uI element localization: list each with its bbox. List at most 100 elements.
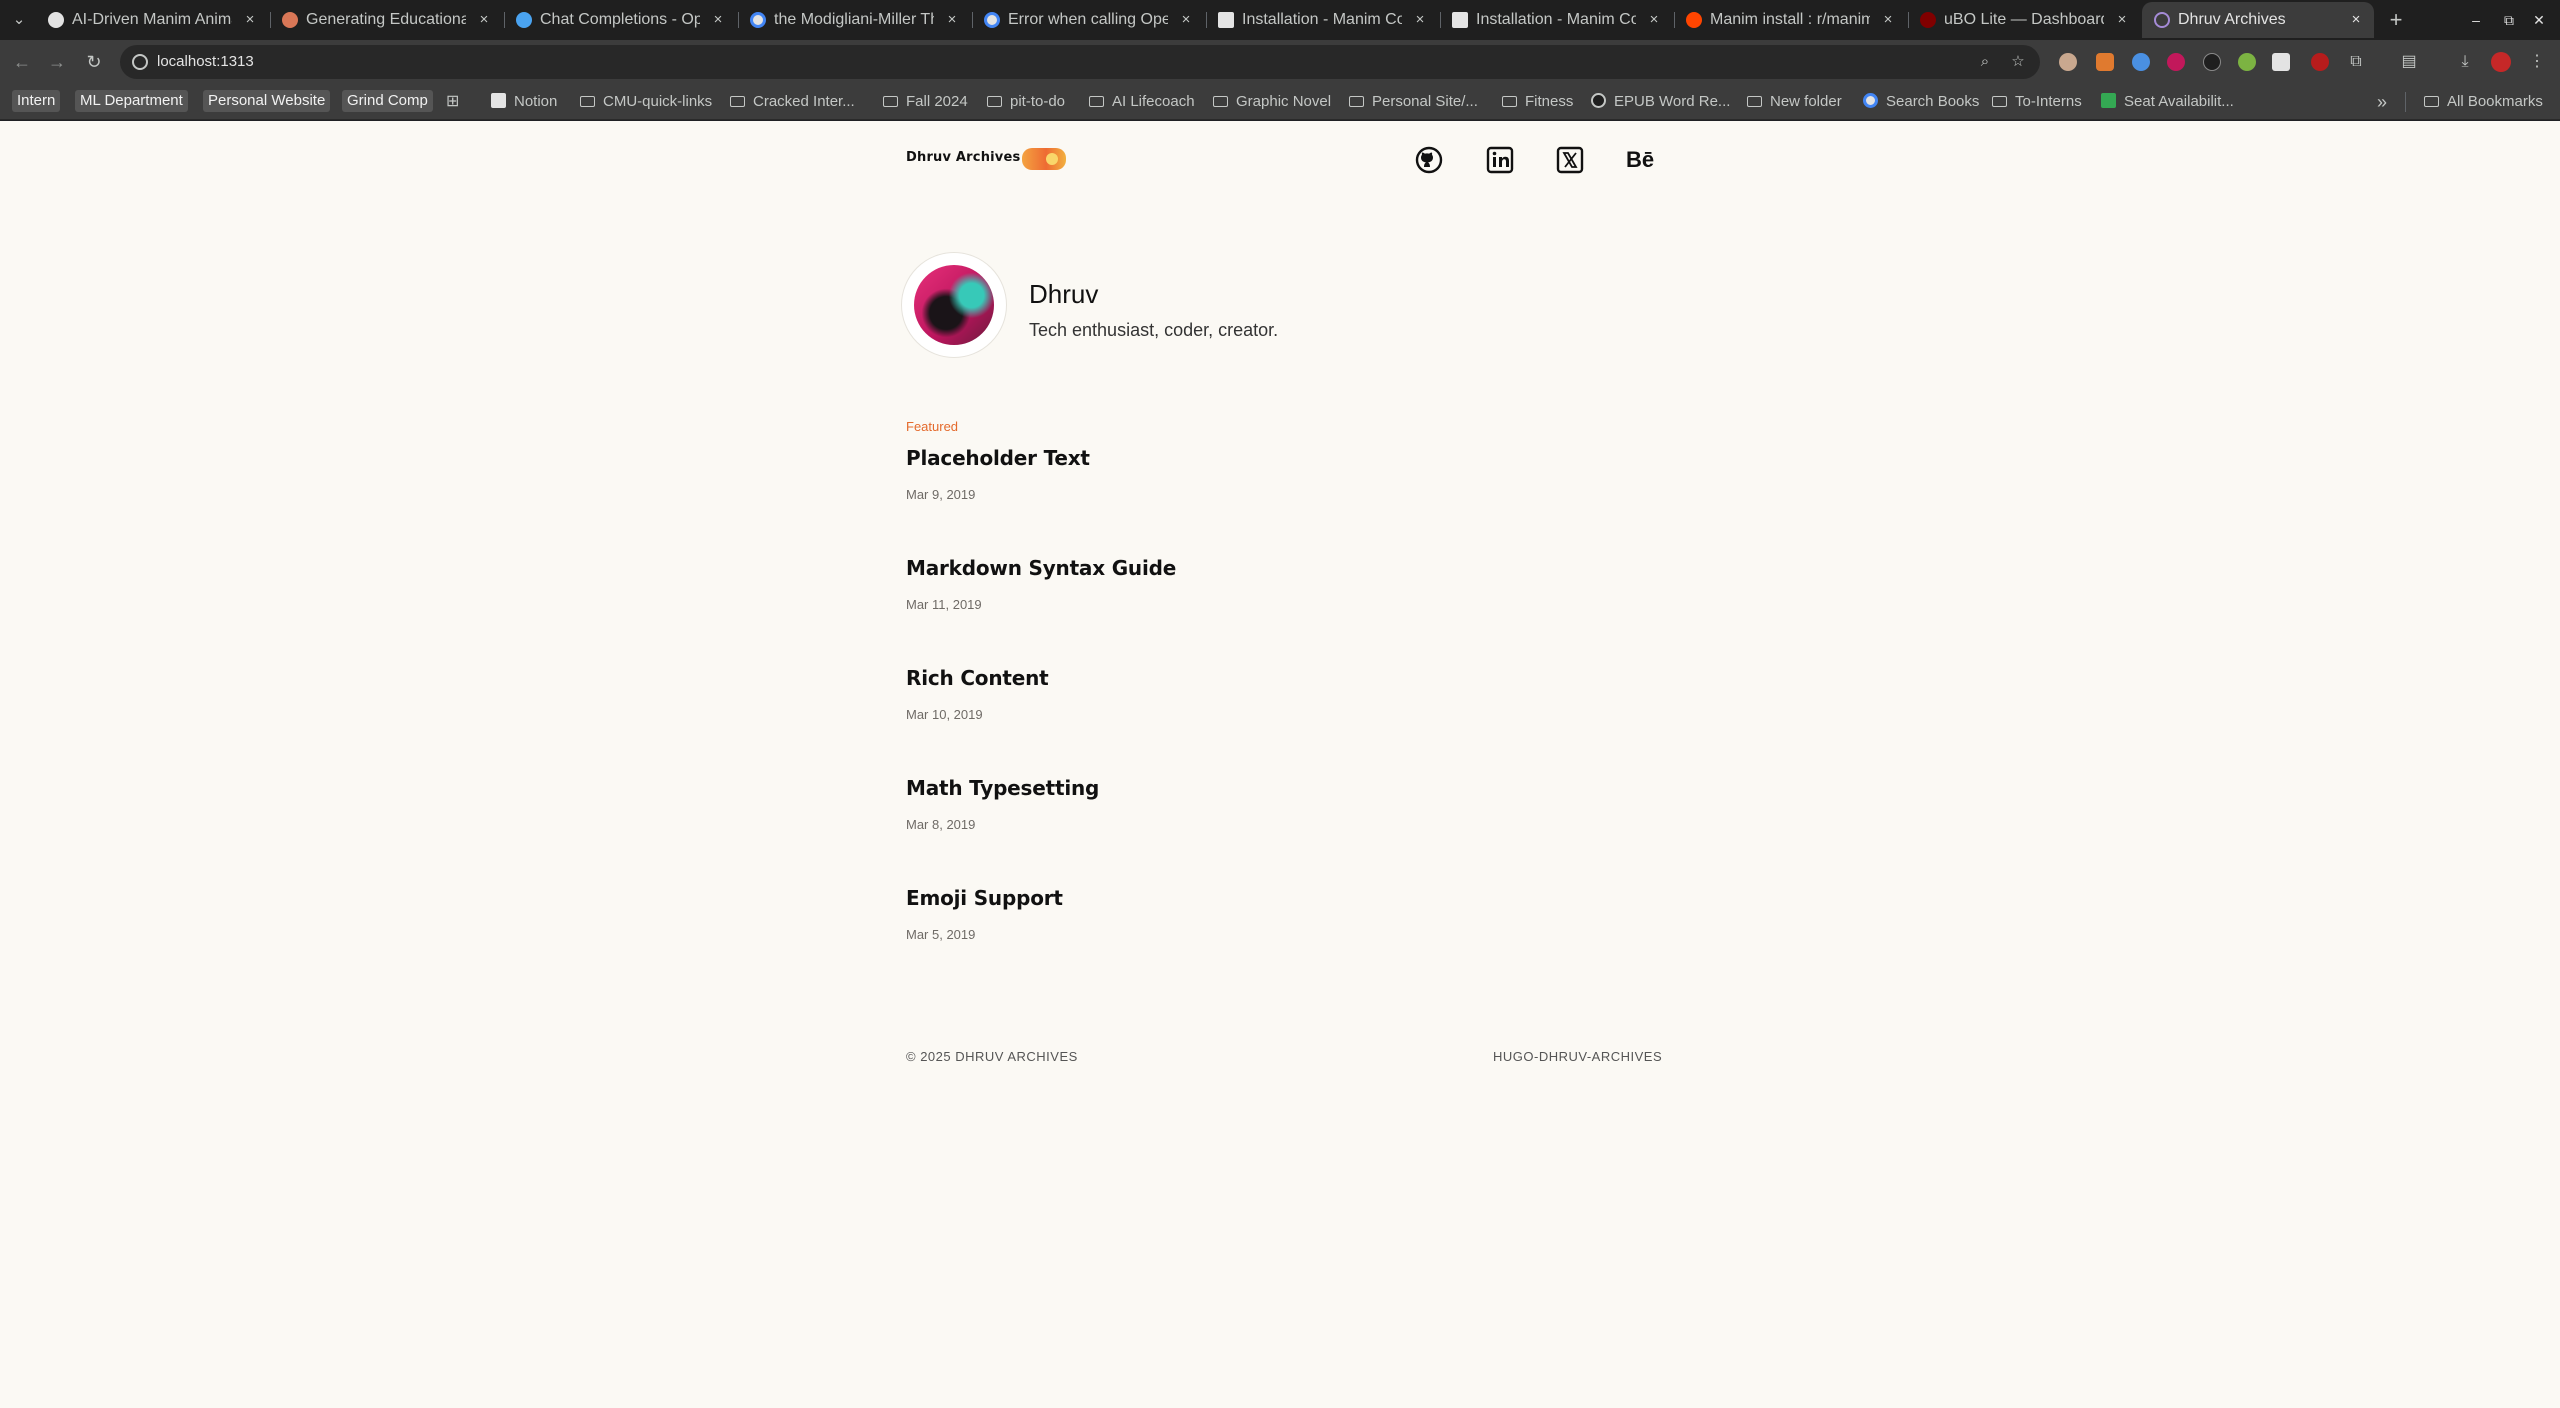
x-icon[interactable] — [1555, 145, 1585, 175]
linkedin-icon[interactable] — [1485, 145, 1515, 175]
close-icon[interactable]: × — [2348, 2, 2364, 38]
extension-icon[interactable] — [2096, 53, 2114, 71]
menu-kebab-icon[interactable]: ⋮ — [2526, 51, 2548, 73]
reload-button[interactable]: ↻ — [82, 50, 106, 74]
extension-icon[interactable] — [2272, 53, 2290, 71]
side-panel-icon[interactable]: ▤ — [2398, 51, 2420, 73]
bookmark-folder[interactable]: AI Lifecoach — [1089, 84, 1195, 120]
bookmark-folder[interactable]: Fall 2024 — [883, 84, 968, 120]
tab[interactable]: the Modigliani-Miller Th × — [738, 2, 970, 38]
bookmark-item[interactable]: ML Department — [75, 90, 188, 112]
close-icon[interactable]: × — [1646, 2, 1662, 38]
all-bookmarks-button[interactable]: All Bookmarks — [2424, 84, 2543, 120]
bookmark-item[interactable]: Notion — [491, 84, 557, 120]
bookmark-item[interactable]: Grind Comp — [342, 90, 433, 112]
bookmark-item[interactable]: Intern — [12, 90, 61, 112]
new-tab-button[interactable]: + — [2382, 6, 2410, 34]
bookmark-folder[interactable]: pit-to-do — [987, 84, 1065, 120]
post-date: Mar 8, 2019 — [906, 817, 976, 832]
bookmark-item[interactable]: Seat Availabilit... — [2101, 84, 2234, 120]
post-title-link[interactable]: Placeholder Text — [906, 446, 1090, 470]
tab-title: Generating Educational — [306, 11, 466, 28]
back-button[interactable]: ← — [10, 50, 34, 74]
bookmark-folder[interactable]: Personal Site/... — [1349, 84, 1478, 120]
post-date: Mar 9, 2019 — [906, 487, 976, 502]
apps-grid-icon[interactable]: ⊞ — [446, 84, 459, 120]
bookmark-folder[interactable]: CMU-quick-links — [580, 84, 712, 120]
tab-title: Dhruv Archives — [2178, 11, 2286, 28]
avatar — [914, 265, 994, 345]
post-title-link[interactable]: Markdown Syntax Guide — [906, 556, 1176, 580]
folder-icon — [1747, 96, 1762, 107]
extension-icon[interactable] — [2167, 53, 2185, 71]
bookmark-star-icon[interactable]: ☆ — [2008, 52, 2028, 72]
extension-icon[interactable] — [2059, 53, 2077, 71]
bookmark-folder[interactable]: Cracked Inter... — [730, 84, 855, 120]
close-icon[interactable]: × — [1880, 2, 1896, 38]
extensions-puzzle-icon[interactable]: ⧉ — [2345, 51, 2367, 73]
bookmark-folder[interactable]: Graphic Novel — [1213, 84, 1331, 120]
github-icon[interactable] — [1414, 145, 1444, 175]
zoom-icon[interactable]: ⌕ — [1975, 52, 1995, 72]
tab-title: Chat Completions - Ope — [540, 11, 700, 28]
maximize-button[interactable]: ⧉ — [2497, 8, 2521, 32]
close-icon[interactable]: × — [1178, 2, 1194, 38]
site-logo[interactable] — [1022, 148, 1066, 170]
bookmark-item[interactable]: Search Books — [1863, 84, 1979, 120]
minimize-button[interactable]: – — [2464, 8, 2488, 32]
tab[interactable]: AI-Driven Manim Animat × — [36, 2, 268, 38]
site-title[interactable]: Dhruv Archives — [906, 150, 1020, 165]
google-icon — [984, 12, 1000, 28]
profile-bio: Tech enthusiast, coder, creator. — [1029, 320, 1279, 340]
tab[interactable]: Chat Completions - Ope × — [504, 2, 736, 38]
github-icon — [48, 12, 64, 28]
extension-icon[interactable] — [2132, 53, 2150, 71]
extension-icon[interactable] — [2238, 53, 2256, 71]
close-icon[interactable]: × — [1412, 2, 1428, 38]
tab[interactable]: Manim install : r/manim × — [1674, 2, 1906, 38]
post-title-link[interactable]: Math Typesetting — [906, 776, 1099, 800]
tab[interactable]: Installation - Manim Cor × — [1206, 2, 1438, 38]
footer-theme-link[interactable]: HUGO-DHRUV-ARCHIVES — [1493, 1049, 1662, 1064]
tab-title: Error when calling Open — [1008, 11, 1168, 28]
post-title-link[interactable]: Rich Content — [906, 666, 1049, 690]
post-title-link[interactable]: Emoji Support — [906, 886, 1063, 910]
tab[interactable]: Generating Educational × — [270, 2, 502, 38]
bookmark-folder[interactable]: New folder — [1747, 84, 1842, 120]
tab[interactable]: uBO Lite — Dashboard × — [1908, 2, 2140, 38]
openai-icon — [516, 12, 532, 28]
close-window-button[interactable]: ✕ — [2527, 8, 2551, 32]
tab-active[interactable]: Dhruv Archives × — [2142, 2, 2374, 38]
close-icon[interactable]: × — [944, 2, 960, 38]
forward-button[interactable]: → — [45, 50, 69, 74]
bookmark-folder[interactable]: Fitness — [1502, 84, 1573, 120]
bookmark-item[interactable]: EPUB Word Re... — [1591, 84, 1730, 120]
footer-copyright: © 2025 DHRUV ARCHIVES — [906, 1049, 1078, 1064]
bookmarks-overflow-button[interactable]: » — [2377, 84, 2387, 120]
url-text[interactable]: localhost:1313 — [157, 45, 254, 79]
post-item: Markdown Syntax Guide Mar 11, 2019 — [906, 556, 1176, 612]
extension-icon[interactable] — [2203, 53, 2221, 71]
close-icon[interactable]: × — [242, 2, 258, 38]
folder-icon — [1213, 96, 1228, 107]
bookmark-item[interactable]: Personal Website — [203, 90, 331, 112]
tab[interactable]: Error when calling Open × — [972, 2, 1204, 38]
tab-title: Manim install : r/manim — [1710, 11, 1870, 28]
close-icon[interactable]: × — [710, 2, 726, 38]
address-bar[interactable]: localhost:1313 ⌕ ☆ — [120, 45, 2040, 79]
folder-icon — [987, 96, 1002, 107]
tab-search-chevron-icon[interactable]: ⌄ — [8, 9, 30, 31]
close-icon[interactable]: × — [2114, 2, 2130, 38]
download-icon[interactable]: ⤓ — [2454, 51, 2476, 73]
ublock-extension-icon[interactable] — [2311, 53, 2329, 71]
close-icon[interactable]: × — [476, 2, 492, 38]
bookmark-folder[interactable]: To-Interns — [1992, 84, 2082, 120]
post-item: Placeholder Text Mar 9, 2019 — [906, 446, 1090, 502]
site-info-icon[interactable] — [132, 54, 148, 70]
folder-icon — [1992, 96, 2007, 107]
profile-name: Dhruv — [1029, 279, 1099, 309]
tab[interactable]: Installation - Manim Co × — [1440, 2, 1672, 38]
behance-icon[interactable]: Bē — [1625, 145, 1655, 175]
profile-avatar[interactable] — [2491, 52, 2511, 72]
google-icon — [750, 12, 766, 28]
